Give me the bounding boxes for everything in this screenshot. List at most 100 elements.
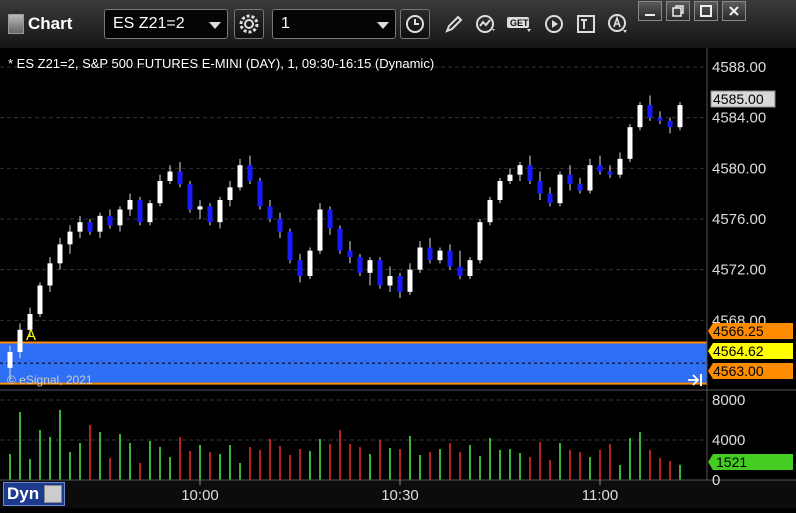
candle-body [387, 276, 393, 286]
candle-body [647, 105, 653, 118]
volume-bar [289, 455, 291, 480]
candle-body [627, 127, 633, 159]
close-icon [729, 6, 739, 16]
dynamic-mode-button[interactable]: Dyn [3, 482, 65, 506]
candle-body [327, 209, 333, 229]
volume-bar [599, 450, 601, 480]
volume-bar [369, 454, 371, 480]
get-label: GET [510, 18, 529, 28]
minimize-icon [645, 14, 655, 16]
chevron-down-icon[interactable] [377, 22, 389, 29]
candle-body [137, 200, 143, 223]
volume-bar [509, 449, 511, 480]
volume-bar [189, 451, 191, 480]
volume-bar [359, 447, 361, 480]
volume-bar [129, 443, 131, 480]
candle-body [157, 181, 163, 204]
candle-body [287, 231, 293, 261]
candle-body [247, 165, 253, 181]
candle-body [467, 260, 473, 276]
candle-body [187, 184, 193, 210]
interval-select[interactable]: 1 [272, 9, 396, 39]
current-price-value: 4585.00 [713, 91, 764, 107]
candle-body [407, 269, 413, 292]
candle-body [257, 181, 263, 207]
volume-bar [629, 438, 631, 480]
get-data-button[interactable]: GET [504, 9, 536, 39]
candle-body [17, 329, 23, 352]
close-button[interactable] [722, 1, 746, 21]
volume-bar [419, 455, 421, 480]
candle-body [237, 165, 243, 188]
symbol-input[interactable]: ES Z21=2 [104, 9, 228, 39]
candle-body [307, 250, 313, 276]
volume-bar [589, 457, 591, 480]
volume-bar [379, 440, 381, 480]
chevron-down-icon[interactable] [209, 22, 221, 29]
volume-bar [219, 454, 221, 480]
restore-button[interactable] [666, 1, 690, 21]
draw-tool-button[interactable] [440, 9, 468, 39]
candle-body [227, 187, 233, 200]
volume-bar [539, 442, 541, 480]
study-button[interactable] [472, 9, 500, 39]
candle-body [487, 200, 493, 223]
volume-bar [649, 450, 651, 480]
volume-bar [549, 460, 551, 480]
volume-bar [69, 452, 71, 480]
volume-bar [59, 410, 61, 480]
toolbar: Chart ES Z21=2 1 GET [0, 0, 796, 49]
volume-bar [209, 452, 211, 480]
text-tool-icon [577, 15, 595, 33]
volume-tick-label: 4000 [712, 432, 745, 449]
alert-button[interactable] [604, 9, 632, 39]
chart-header: * ES Z21=2, S&P 500 FUTURES E-MINI (DAY)… [8, 56, 434, 71]
volume-tick-label: 0 [712, 472, 720, 489]
price-tick-label: 4576.00 [712, 211, 766, 228]
candle-body [57, 244, 63, 264]
candle-body [527, 165, 533, 181]
last-price-tag: 4564.62 [708, 343, 793, 359]
candle-body [447, 250, 453, 267]
volume-bar [259, 450, 261, 480]
alert-icon [608, 14, 627, 33]
volume-bar [179, 437, 181, 480]
price-chart[interactable]: * ES Z21=2, S&P 500 FUTURES E-MINI (DAY)… [0, 48, 796, 508]
volume-bar [239, 463, 241, 480]
volume-bar [499, 450, 501, 480]
text-tool-button[interactable] [572, 9, 600, 39]
settings-button[interactable] [234, 9, 264, 39]
volume-bar [249, 447, 251, 480]
volume-bar [159, 447, 161, 480]
time-tick-label: 10:30 [381, 487, 419, 504]
chart-area[interactable]: * ES Z21=2, S&P 500 FUTURES E-MINI (DAY)… [0, 48, 796, 508]
lock-icon[interactable] [44, 485, 62, 503]
candle-body [667, 120, 673, 128]
volume-bar [519, 453, 521, 480]
candle-body [557, 174, 563, 204]
candle-body [67, 231, 73, 245]
volume-bar [439, 449, 441, 480]
maximize-button[interactable] [694, 1, 718, 21]
minimize-button[interactable] [638, 1, 662, 21]
time-template-button[interactable] [400, 9, 430, 39]
volume-bar [429, 452, 431, 480]
volume-bar [279, 446, 281, 480]
replay-button[interactable] [540, 9, 568, 39]
volume-bar [529, 457, 531, 480]
candle-body [297, 260, 303, 276]
price-band [0, 341, 707, 385]
candle-body [477, 222, 483, 261]
candle-body [117, 209, 123, 226]
volume-bar [309, 451, 311, 480]
candle-body [357, 257, 363, 273]
candle-body [517, 165, 523, 175]
candle-body [167, 171, 173, 181]
candle-body [677, 105, 683, 128]
volume-bar [469, 445, 471, 480]
volume-bar [609, 444, 611, 480]
candle-body [427, 247, 433, 261]
candle-body [497, 181, 503, 200]
volume-bar [349, 444, 351, 480]
candle-body [377, 260, 383, 286]
